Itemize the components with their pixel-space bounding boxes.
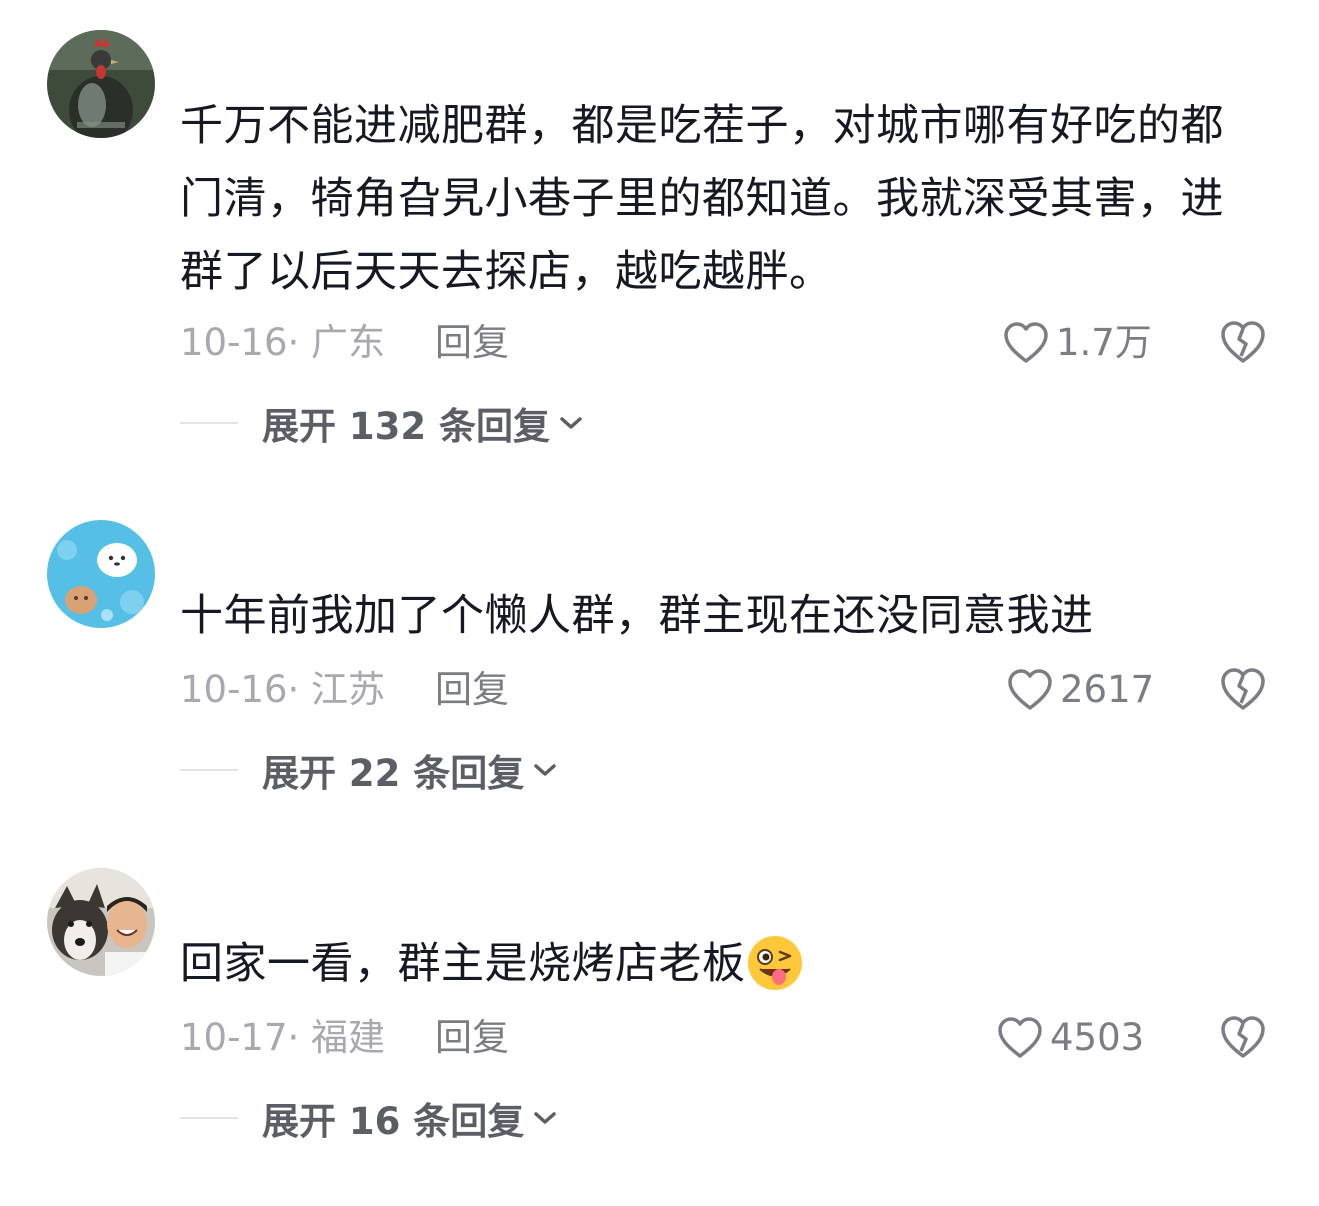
comment-meta: 10-16· 江苏 回复 2617 xyxy=(180,665,1280,715)
comment-text-content: 回家一看，群主是烧烤店老板 xyxy=(180,939,746,989)
heart-icon xyxy=(1008,669,1052,710)
comment-text: 回家一看，群主是烧烤店老板 xyxy=(180,928,1255,1001)
reply-button[interactable]: 回复 xyxy=(435,318,509,368)
comment-meta: 10-17· 福建 回复 4503 xyxy=(180,1013,1280,1063)
like-button[interactable]: 1.7万 xyxy=(1002,318,1152,368)
rooster-avatar-icon xyxy=(47,30,155,138)
date-location: 10-16· 江苏 xyxy=(180,668,386,711)
like-button[interactable]: 2617 xyxy=(1006,665,1154,715)
dislike-button[interactable] xyxy=(1218,1013,1268,1063)
expand-replies-label: 展开 132 条回复 xyxy=(262,405,550,448)
divider-line xyxy=(180,1117,238,1119)
dislike-button[interactable] xyxy=(1218,665,1268,715)
dog-and-person-avatar-icon xyxy=(47,868,155,976)
expand-replies-button[interactable]: 展开 132 条回复 xyxy=(180,398,584,448)
broken-heart-icon xyxy=(1221,321,1265,363)
comment-text: 十年前我加了个懒人群，群主现在还没同意我进 xyxy=(180,591,1094,641)
reply-button[interactable]: 回复 xyxy=(435,665,509,715)
user-avatar[interactable] xyxy=(47,868,155,976)
user-avatar[interactable] xyxy=(47,520,155,628)
chevron-down-icon xyxy=(560,417,582,429)
expand-replies-label: 展开 16 条回复 xyxy=(262,1100,525,1143)
like-count: 2617 xyxy=(1060,668,1155,711)
like-count: 4503 xyxy=(1050,1016,1145,1059)
broken-heart-icon xyxy=(1221,668,1265,710)
date-location: 10-17· 福建 xyxy=(180,1016,386,1059)
expand-replies-button[interactable]: 展开 16 条回复 xyxy=(180,1093,558,1143)
cartoon-avatar-icon xyxy=(47,520,155,628)
dislike-button[interactable] xyxy=(1218,318,1268,368)
comment-meta: 10-16· 广东 回复 1.7万 xyxy=(180,318,1280,368)
like-button[interactable]: 4503 xyxy=(996,1013,1144,1063)
date-location: 10-16· 广东 xyxy=(180,321,386,364)
chevron-down-icon xyxy=(534,764,557,776)
comment-text: 千万不能进减肥群，都是吃茬子，对城市哪有好吃的都门清，犄角旮旯小巷子里的都知道。… xyxy=(180,101,1224,297)
divider-line xyxy=(180,769,238,771)
heart-icon xyxy=(998,1017,1042,1058)
user-avatar[interactable] xyxy=(47,30,155,138)
heart-icon xyxy=(1004,322,1048,363)
chevron-down-icon xyxy=(534,1112,557,1124)
broken-heart-icon xyxy=(1221,1016,1265,1058)
winking-tongue-emoji xyxy=(747,935,802,990)
divider-line xyxy=(180,422,238,424)
reply-button[interactable]: 回复 xyxy=(435,1013,509,1063)
expand-replies-button[interactable]: 展开 22 条回复 xyxy=(180,745,558,795)
like-count: 1.7万 xyxy=(1056,321,1152,364)
expand-replies-label: 展开 22 条回复 xyxy=(262,752,525,795)
